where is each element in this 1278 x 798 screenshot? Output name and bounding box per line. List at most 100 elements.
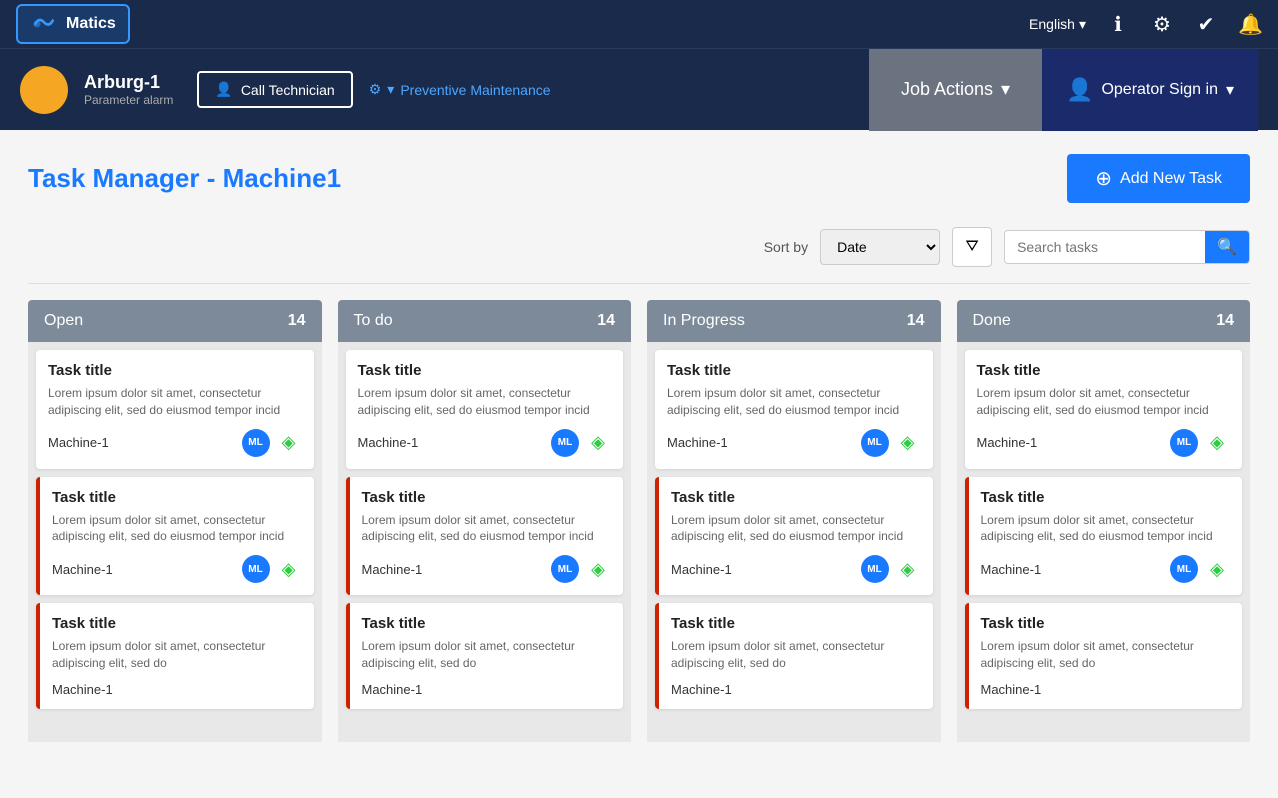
info-diamond-icon[interactable]: ◈	[1204, 430, 1230, 456]
info-icon[interactable]: ℹ	[1106, 12, 1130, 37]
task-card[interactable]: Task title Lorem ipsum dolor sit amet, c…	[655, 350, 933, 469]
top-nav: Matics English ▾ ℹ ⚙ ✔ 🔔	[0, 0, 1278, 48]
task-machine: Machine-1	[977, 435, 1038, 450]
col-header-open: Open 14	[28, 300, 322, 342]
page-top-row: Task Manager - Machine1 ⊕ Add New Task	[28, 154, 1250, 203]
col-body-done: Task title Lorem ipsum dolor sit amet, c…	[957, 342, 1251, 742]
task-desc: Lorem ipsum dolor sit amet, consectetur …	[671, 638, 921, 672]
task-icons: ML ◈	[551, 429, 611, 457]
bell-icon[interactable]: 🔔	[1238, 12, 1262, 37]
task-icons: ML ◈	[551, 555, 611, 583]
add-new-task-button[interactable]: ⊕ Add New Task	[1067, 154, 1250, 203]
info-diamond-icon[interactable]: ◈	[585, 556, 611, 582]
col-count-todo: 14	[597, 312, 615, 330]
task-title: Task title	[671, 615, 921, 632]
task-machine: Machine-1	[667, 435, 728, 450]
task-machine: Machine-1	[52, 562, 113, 577]
person-icon: 👤	[215, 81, 232, 98]
machine-header-actions: Job Actions ▾ 👤 Operator Sign in ▾	[869, 49, 1258, 131]
task-machine: Machine-1	[981, 682, 1042, 697]
task-card[interactable]: Task title Lorem ipsum dolor sit amet, c…	[36, 477, 314, 596]
task-footer: Machine-1 ML ◈	[981, 555, 1231, 583]
task-card[interactable]: Task title Lorem ipsum dolor sit amet, c…	[655, 477, 933, 596]
task-card[interactable]: Task title Lorem ipsum dolor sit amet, c…	[36, 603, 314, 709]
operator-avatar-icon: 👤	[1066, 77, 1093, 103]
task-machine: Machine-1	[52, 682, 113, 697]
task-desc: Lorem ipsum dolor sit amet, consectetur …	[667, 385, 921, 419]
nav-right: English ▾ ℹ ⚙ ✔ 🔔	[1029, 12, 1262, 37]
logo-button[interactable]: Matics	[16, 4, 130, 44]
filter-icon: ⛛	[965, 238, 978, 256]
task-title: Task title	[52, 615, 302, 632]
operator-signin-button[interactable]: 👤 Operator Sign in ▾	[1042, 49, 1258, 131]
avatar-badge: ML	[551, 555, 579, 583]
info-diamond-icon[interactable]: ◈	[1204, 556, 1230, 582]
task-footer: Machine-1 ML ◈	[48, 429, 302, 457]
task-footer: Machine-1	[362, 682, 612, 697]
task-desc: Lorem ipsum dolor sit amet, consectetur …	[981, 638, 1231, 672]
task-desc: Lorem ipsum dolor sit amet, consectetur …	[671, 512, 921, 546]
kanban-column-inprogress: In Progress 14 Task title Lorem ipsum do…	[647, 300, 941, 742]
col-header-inprogress: In Progress 14	[647, 300, 941, 342]
filter-button[interactable]: ⛛	[952, 227, 992, 267]
logo-icon	[30, 10, 58, 38]
task-card[interactable]: Task title Lorem ipsum dolor sit amet, c…	[346, 477, 624, 596]
search-input[interactable]	[1005, 231, 1205, 263]
task-title: Task title	[667, 362, 921, 379]
task-icons: ML ◈	[242, 429, 302, 457]
col-body-inprogress: Task title Lorem ipsum dolor sit amet, c…	[647, 342, 941, 742]
col-title-open: Open	[44, 312, 83, 330]
col-header-todo: To do 14	[338, 300, 632, 342]
gear-icon[interactable]: ⚙	[1150, 12, 1174, 37]
task-title: Task title	[981, 489, 1231, 506]
call-technician-button[interactable]: 👤 Call Technician	[197, 71, 352, 108]
info-diamond-icon[interactable]: ◈	[895, 430, 921, 456]
task-card[interactable]: Task title Lorem ipsum dolor sit amet, c…	[655, 603, 933, 709]
language-selector[interactable]: English ▾	[1029, 16, 1086, 33]
info-diamond-icon[interactable]: ◈	[585, 430, 611, 456]
search-button[interactable]: 🔍	[1205, 231, 1249, 263]
task-machine: Machine-1	[671, 562, 732, 577]
task-card[interactable]: Task title Lorem ipsum dolor sit amet, c…	[965, 350, 1243, 469]
task-footer: Machine-1	[52, 682, 302, 697]
task-desc: Lorem ipsum dolor sit amet, consectetur …	[48, 385, 302, 419]
info-diamond-icon[interactable]: ◈	[895, 556, 921, 582]
task-card[interactable]: Task title Lorem ipsum dolor sit amet, c…	[346, 350, 624, 469]
task-title: Task title	[48, 362, 302, 379]
task-desc: Lorem ipsum dolor sit amet, consectetur …	[362, 638, 612, 672]
checklist-icon[interactable]: ✔	[1194, 12, 1218, 37]
task-machine: Machine-1	[48, 435, 109, 450]
col-header-done: Done 14	[957, 300, 1251, 342]
info-diamond-icon[interactable]: ◈	[276, 556, 302, 582]
col-count-done: 14	[1216, 312, 1234, 330]
task-desc: Lorem ipsum dolor sit amet, consectetur …	[52, 638, 302, 672]
task-desc: Lorem ipsum dolor sit amet, consectetur …	[977, 385, 1231, 419]
task-machine: Machine-1	[358, 435, 419, 450]
filter-row: Sort by Date ⛛ 🔍	[28, 227, 1250, 284]
task-card[interactable]: Task title Lorem ipsum dolor sit amet, c…	[965, 603, 1243, 709]
task-title: Task title	[671, 489, 921, 506]
col-count-inprogress: 14	[907, 312, 925, 330]
machine-name: Arburg-1	[84, 72, 173, 93]
task-card[interactable]: Task title Lorem ipsum dolor sit amet, c…	[346, 603, 624, 709]
avatar-badge: ML	[861, 429, 889, 457]
task-icons: ML ◈	[242, 555, 302, 583]
info-diamond-icon[interactable]: ◈	[276, 430, 302, 456]
col-body-open: Task title Lorem ipsum dolor sit amet, c…	[28, 342, 322, 742]
col-title-done: Done	[973, 312, 1011, 330]
task-card[interactable]: Task title Lorem ipsum dolor sit amet, c…	[965, 477, 1243, 596]
avatar-badge: ML	[551, 429, 579, 457]
col-body-todo: Task title Lorem ipsum dolor sit amet, c…	[338, 342, 632, 742]
task-footer: Machine-1 ML ◈	[671, 555, 921, 583]
task-card[interactable]: Task title Lorem ipsum dolor sit amet, c…	[36, 350, 314, 469]
sort-select[interactable]: Date	[820, 229, 940, 265]
task-footer: Machine-1	[981, 682, 1231, 697]
kanban-column-todo: To do 14 Task title Lorem ipsum dolor si…	[338, 300, 632, 742]
search-icon: 🔍	[1217, 239, 1237, 256]
maintenance-button[interactable]: ⚙ ▾ Preventive Maintenance	[369, 81, 551, 98]
maintenance-dropdown-icon: ▾	[387, 81, 394, 98]
task-machine: Machine-1	[362, 562, 423, 577]
call-tech-label: Call Technician	[241, 82, 335, 98]
job-actions-button[interactable]: Job Actions ▾	[869, 49, 1042, 131]
task-icons: ML ◈	[861, 555, 921, 583]
